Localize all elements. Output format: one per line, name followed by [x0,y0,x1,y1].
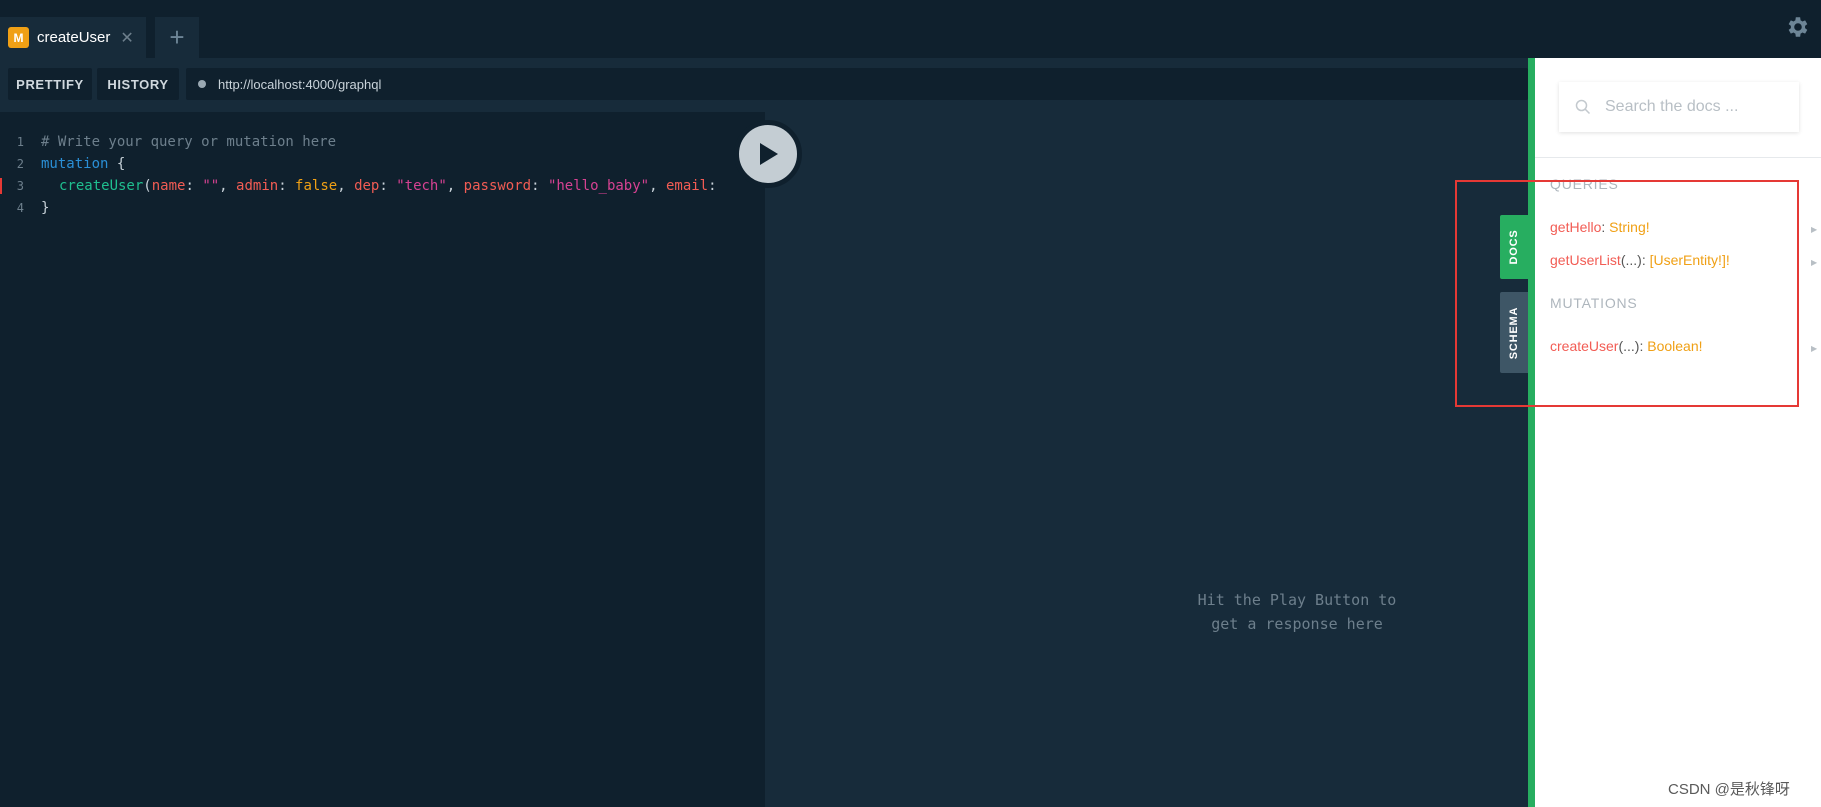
code-line-active: 3 createUser(name: "", admin: false, dep… [0,178,765,198]
response-placeholder: Hit the Play Button to get a response he… [1197,591,1397,633]
line-number: 2 [16,157,24,171]
code-comment: # Write your query or mutation here [41,134,337,150]
search-icon [1575,99,1591,115]
code-arg: email [665,178,709,194]
code-string: "" [202,178,220,194]
code-punctuation: , [649,178,666,194]
chevron-right-icon: ▶ [1811,225,1818,234]
code-punctuation: : [278,178,296,194]
active-line-marker [0,178,2,194]
chevron-right-icon: ▶ [1811,258,1818,267]
code-string: "hello_baby" [547,178,650,194]
tab-title: createUser [37,29,111,46]
endpoint-url-field[interactable]: http://localhost:4000/graphql [186,68,1528,100]
code-arg: admin [236,178,279,194]
line-number: 4 [16,201,24,215]
add-tab-button[interactable]: + [155,17,199,58]
code-function: createUser [59,178,144,194]
docs-resize-handle[interactable] [1528,58,1535,807]
prettify-button[interactable]: PRETTIFY [8,68,92,100]
code-line: 1 # Write your query or mutation here [0,134,765,154]
code-punctuation: , [337,178,355,194]
tab-createuser[interactable]: M createUser ✕ [0,17,146,58]
response-pane [765,112,1528,807]
code-punctuation: , [446,178,464,194]
code-arg: name [151,178,186,194]
docs-panel: QUERIES getHello: String! ▶ getUserList(… [1535,58,1821,807]
history-button[interactable]: HISTORY [97,68,179,100]
chevron-right-icon: ▶ [1811,344,1818,353]
code-arg: dep [354,178,380,194]
annotation-highlight-box [1455,180,1799,407]
code-boolean: false [295,178,338,194]
code-keyword: mutation [41,156,109,172]
code-punctuation: : [708,178,717,194]
code-punctuation: ( [143,178,152,194]
docs-search-input[interactable] [1603,97,1787,117]
code-punctuation: : [185,178,203,194]
code-punctuation: : [531,178,548,194]
line-number: 1 [16,135,24,149]
docs-search-box[interactable] [1559,82,1799,132]
gear-icon[interactable] [1784,14,1810,40]
tab-bar: M createUser ✕ + [0,0,1821,58]
toolbar: PRETTIFY HISTORY http://localhost:4000/g… [0,58,1528,110]
code-punctuation: } [41,200,50,216]
watermark: CSDN @是秋锋呀 [1668,781,1790,798]
status-dot-icon [198,80,206,88]
code-punctuation: , [219,178,237,194]
close-icon[interactable]: ✕ [120,28,133,48]
query-editor[interactable]: 1 # Write your query or mutation here 2 … [0,112,765,807]
endpoint-url: http://localhost:4000/graphql [218,76,382,92]
code-text: mutation { [41,156,125,172]
execute-query-button[interactable] [734,120,802,188]
code-text: createUser(name: "", admin: false, dep: … [59,178,717,194]
code-string: "tech" [396,178,447,194]
code-line: 4 } [0,200,765,220]
docs-search-area [1535,58,1821,158]
code-line: 2 mutation { [0,156,765,176]
code-arg: password [463,178,532,194]
code-punctuation: { [108,156,126,172]
play-icon [760,143,778,165]
mutation-badge: M [8,27,29,48]
line-number: 3 [16,179,24,193]
code-punctuation: : [379,178,397,194]
